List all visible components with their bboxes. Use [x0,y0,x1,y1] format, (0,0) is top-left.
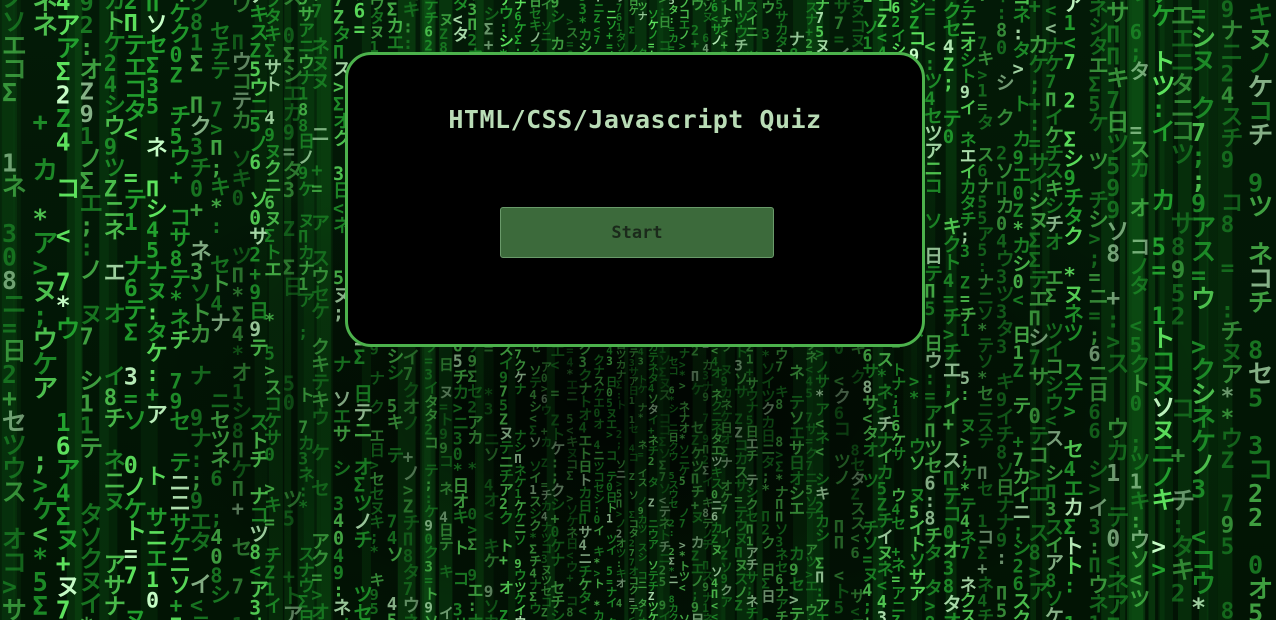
matrix-rain-background: セノソエコΣ1ネ308ニ=日2+セツウスオコ>サスネネ+カ*ア>ヌ;ウケア;>ケ… [0,0,1276,620]
start-button[interactable]: Start [500,207,774,258]
quiz-title: HTML/CSS/Javascript Quiz [448,105,822,134]
quiz-card: HTML/CSS/Javascript Quiz Start [345,52,925,347]
